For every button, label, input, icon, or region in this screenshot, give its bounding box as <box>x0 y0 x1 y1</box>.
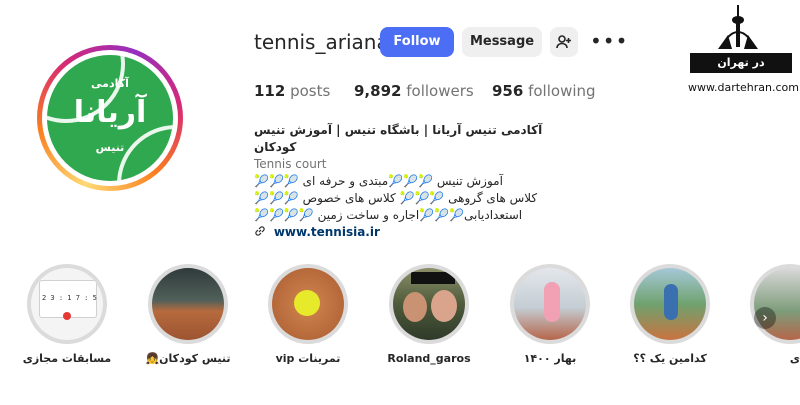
bio-line: استعدادیابی🎾🎾🎾اجاره و ساخت زمین 🎾🎾🎾🎾 <box>254 208 523 222</box>
watermark-url: www.dartehran.com <box>688 81 799 94</box>
following-stat[interactable]: 956 following <box>492 82 596 100</box>
avatar-text-main: آریانا <box>73 95 147 130</box>
story-highlight[interactable] <box>750 264 800 344</box>
dartehran-watermark: در تهران www.dartehran.com <box>688 5 799 97</box>
highlight-label: بهار ۱۴۰۰ <box>523 352 577 365</box>
highlight-label: ی <box>789 352 800 365</box>
highlight-cover <box>152 268 224 340</box>
tennis-ball-icon <box>294 290 320 316</box>
highlight-cover <box>634 268 706 340</box>
story-highlight[interactable] <box>268 264 348 344</box>
avatar-text-top: آکادمی <box>91 77 129 90</box>
followers-stat[interactable]: 9,892 followers <box>354 82 474 100</box>
message-button[interactable]: Message <box>462 27 542 57</box>
posts-stat[interactable]: 112 posts <box>254 82 330 100</box>
highlight-label: Roland_garos <box>387 352 471 365</box>
highlight-cover <box>393 268 465 340</box>
posts-count: 112 <box>254 82 286 100</box>
bio-full-name: آکادمی تنیس آریانا | باشگاه تنیس | آموزش… <box>254 123 543 154</box>
story-highlight[interactable] <box>389 264 469 344</box>
highlight-photo-banner <box>411 272 455 284</box>
following-count: 956 <box>492 82 524 100</box>
followers-label: followers <box>406 82 474 100</box>
bio-category: Tennis court <box>254 157 327 171</box>
highlight-label: تنیس کودکان👧 <box>145 352 231 365</box>
story-highlight[interactable] <box>510 264 590 344</box>
story-highlight[interactable] <box>148 264 228 344</box>
highlight-photo-player <box>664 284 678 320</box>
bio-line: کلاس های گروهی 🎾🎾🎾 کلاس های خصوص 🎾🎾🎾 <box>254 191 538 205</box>
bio-website-link[interactable]: www.tennisia.ir <box>274 225 380 239</box>
posts-label: posts <box>290 82 331 100</box>
avatar-logo: آکادمی آریانا تنیس <box>47 55 173 181</box>
highlight-cover: 2 3 : 1 7 : 5 <box>31 268 103 340</box>
story-highlight[interactable] <box>630 264 710 344</box>
highlight-label: مسابقات مجازی <box>22 352 112 365</box>
profile-bio: آکادمی تنیس آریانا | باشگاه تنیس | آموزش… <box>254 122 554 241</box>
story-highlight[interactable]: 2 3 : 1 7 : 5 <box>27 264 107 344</box>
highlight-photo-face <box>431 290 457 322</box>
bio-link-row[interactable]: www.tennisia.ir <box>254 224 554 241</box>
highlight-photo-player <box>544 282 560 322</box>
avatar-text-bottom: تنیس <box>95 141 125 154</box>
link-icon <box>255 226 265 236</box>
bio-line: آموزش تنیس 🎾🎾🎾مبتدی و حرفه ای 🎾🎾🎾 <box>254 174 503 188</box>
following-label: following <box>528 82 596 100</box>
followers-count: 9,892 <box>354 82 402 100</box>
chevron-right-icon[interactable]: › <box>754 307 776 329</box>
highlight-card-digits: 2 3 : 1 7 : 5 <box>42 294 97 302</box>
highlight-photo-face <box>403 292 427 322</box>
profile-username: tennis_ariana <box>254 30 389 54</box>
highlight-cover <box>754 268 800 340</box>
watermark-bar-text: در تهران <box>690 53 792 73</box>
milad-tower-icon <box>718 5 758 49</box>
highlight-label: تمرینات vip <box>275 352 341 365</box>
highlight-card-dot <box>63 312 71 320</box>
follow-button[interactable]: Follow <box>380 27 454 57</box>
highlight-cover <box>272 268 344 340</box>
add-user-button[interactable] <box>550 27 578 57</box>
highlight-cover <box>514 268 586 340</box>
profile-avatar[interactable]: آکادمی آریانا تنیس <box>37 45 183 191</box>
person-add-icon <box>556 35 571 49</box>
more-options-icon[interactable]: ••• <box>590 31 628 51</box>
